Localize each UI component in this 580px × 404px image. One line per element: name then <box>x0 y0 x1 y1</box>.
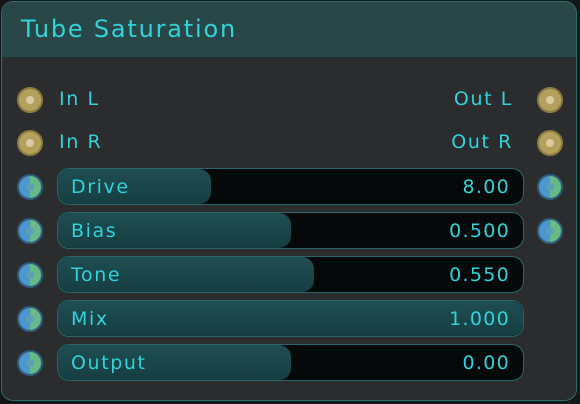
out-l-port[interactable] <box>537 87 563 113</box>
tone-label: Tone <box>71 264 122 286</box>
bias-cv-input-port[interactable] <box>17 218 43 244</box>
drive-cv-input-port[interactable] <box>17 174 43 200</box>
in-l-label: In L <box>59 88 100 110</box>
drive-value: 8.00 <box>462 176 510 198</box>
mix-slider[interactable]: Mix 1.000 <box>57 300 524 337</box>
bias-value: 0.500 <box>449 220 510 242</box>
output-label: Output <box>71 352 147 374</box>
tone-value: 0.550 <box>449 264 510 286</box>
mix-label: Mix <box>71 308 109 330</box>
out-l-label: Out L <box>453 88 513 110</box>
drive-slider[interactable]: Drive 8.00 <box>57 168 524 205</box>
in-l-port[interactable] <box>17 87 43 113</box>
in-r-port[interactable] <box>17 130 43 156</box>
tone-cv-input-port[interactable] <box>17 262 43 288</box>
mix-cv-input-port[interactable] <box>17 306 43 332</box>
out-r-port[interactable] <box>537 130 563 156</box>
drive-label: Drive <box>71 176 130 198</box>
output-value: 0.00 <box>462 352 510 374</box>
output-cv-input-port[interactable] <box>17 350 43 376</box>
out-r-label: Out R <box>451 131 513 153</box>
tone-slider[interactable]: Tone 0.550 <box>57 256 524 293</box>
drive-cv-output-port[interactable] <box>537 174 563 200</box>
bias-label: Bias <box>71 220 118 242</box>
node-title-bar[interactable]: Tube Saturation <box>2 2 576 58</box>
node-title: Tube Saturation <box>21 15 237 43</box>
in-r-label: In R <box>59 131 103 153</box>
bias-slider[interactable]: Bias 0.500 <box>57 212 524 249</box>
output-slider[interactable]: Output 0.00 <box>57 344 524 381</box>
bias-cv-output-port[interactable] <box>537 218 563 244</box>
mix-value: 1.000 <box>449 308 510 330</box>
tube-saturation-node[interactable]: Tube Saturation In L Out L In R Out R Dr… <box>1 1 577 401</box>
